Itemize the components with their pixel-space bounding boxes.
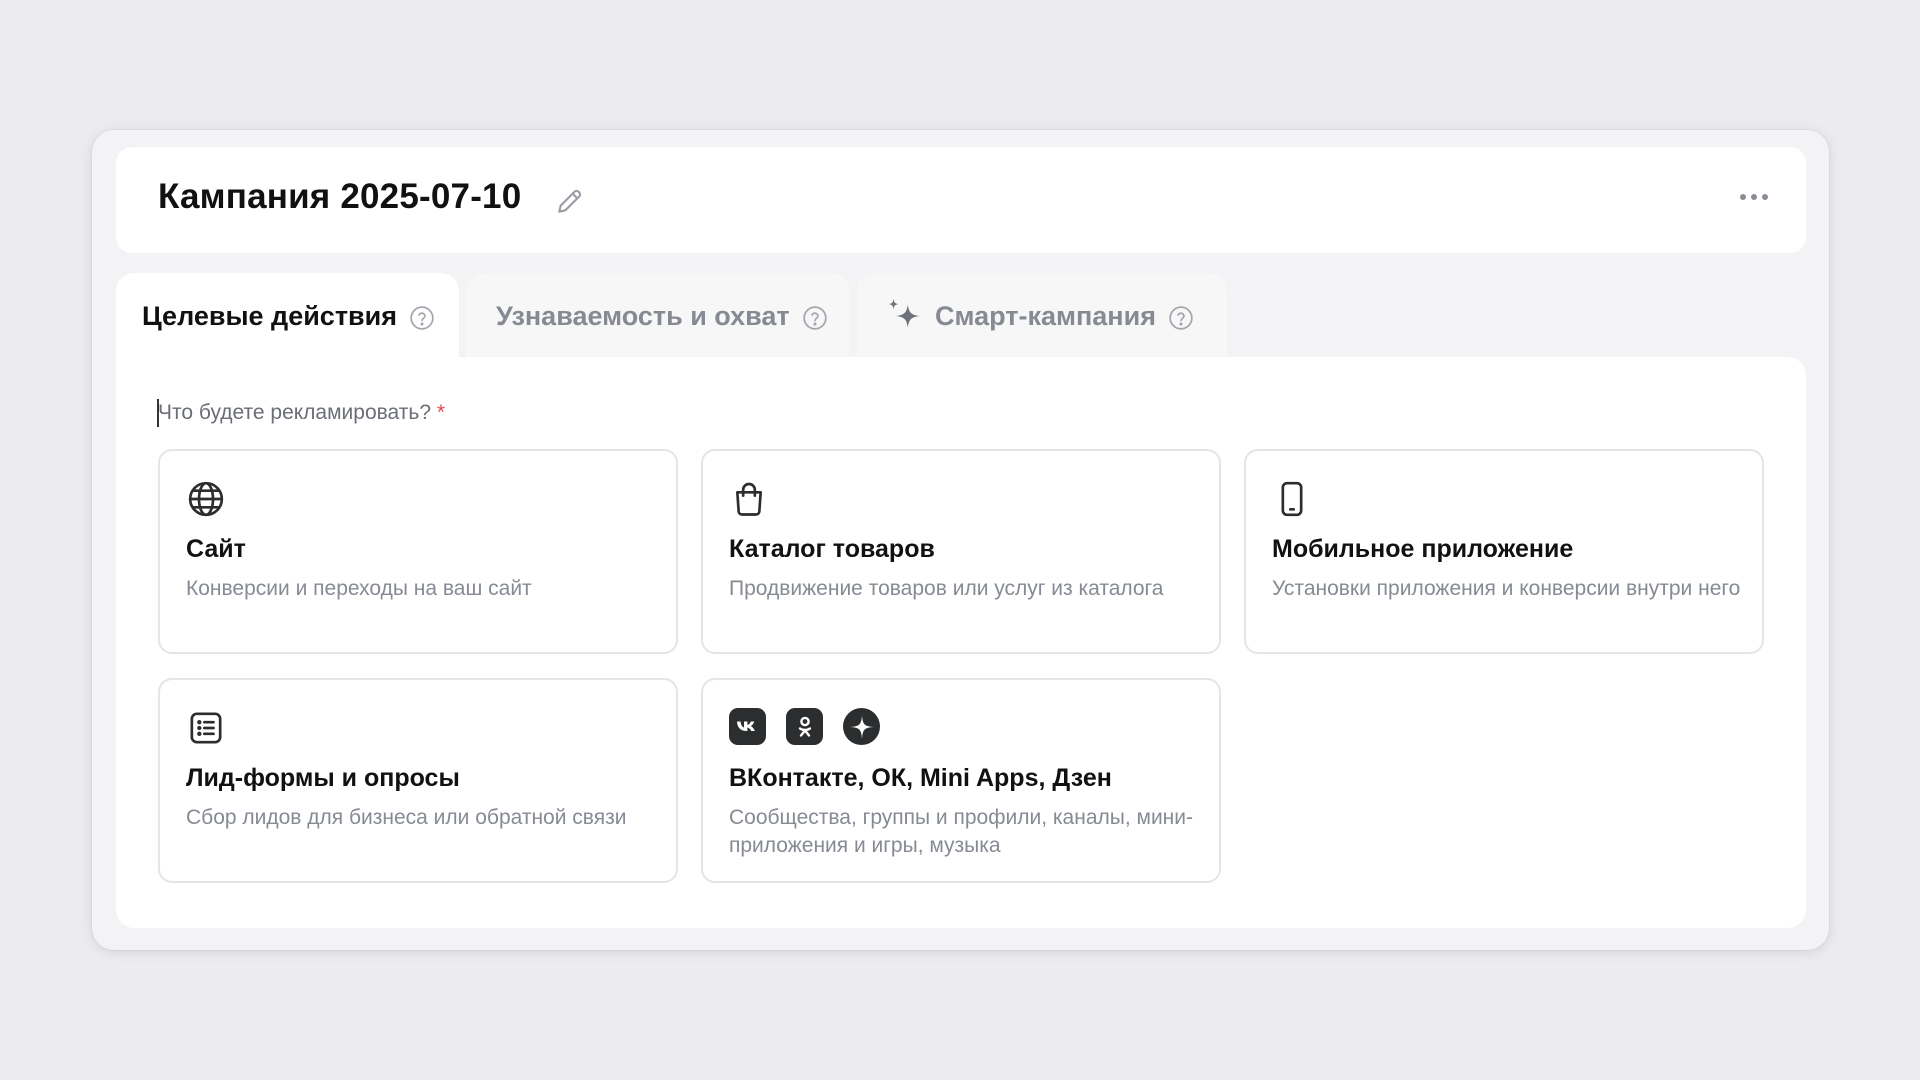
more-options-icon[interactable] — [1738, 187, 1770, 207]
dzen-icon — [843, 708, 880, 745]
pencil-icon[interactable] — [554, 185, 586, 217]
option-card-site[interactable]: Сайт Конверсии и переходы на ваш сайт — [158, 449, 678, 654]
tab-smart-campaign[interactable]: Смарт-кампания — [857, 273, 1227, 359]
smartphone-icon — [1281, 481, 1303, 517]
list-form-icon — [190, 712, 222, 744]
globe-icon — [188, 481, 224, 517]
tab-awareness-reach[interactable]: Узнаваемость и охват — [466, 273, 849, 359]
option-card-lead-forms[interactable]: Лид-формы и опросы Сбор лидов для бизнес… — [158, 678, 678, 883]
card-title: Лид-формы и опросы — [186, 764, 460, 792]
tab-label: Целевые действия — [142, 300, 397, 331]
card-title: ВКонтакте, ОК, Mini Apps, Дзен — [729, 764, 1112, 792]
tab-target-actions[interactable]: Целевые действия — [116, 273, 459, 359]
card-description: Конверсии и переходы на ваш сайт — [186, 577, 532, 600]
card-title: Каталог товаров — [729, 535, 935, 563]
card-description: Установки приложения и конверсии внутри … — [1272, 577, 1741, 600]
promotion-type-panel: Что будете рекламировать? * Сайт Конверс… — [116, 357, 1806, 928]
option-card-catalog[interactable]: Каталог товаров Продвижение товаров или … — [701, 449, 1221, 654]
sparkle-icon — [888, 298, 920, 328]
shopping-bag-icon — [736, 482, 762, 516]
tab-label: Смарт-кампания — [935, 300, 1156, 331]
campaign-window: Кампания 2025-07-10 Целевые действия Узн… — [92, 130, 1829, 950]
campaign-header: Кампания 2025-07-10 — [116, 147, 1806, 253]
card-title: Мобильное приложение — [1272, 535, 1574, 563]
social-icons-group — [729, 708, 880, 745]
tab-label: Узнаваемость и охват — [496, 300, 790, 331]
help-icon[interactable] — [1168, 305, 1194, 331]
promotion-question: Что будете рекламировать? * — [158, 401, 445, 425]
question-label: Что будете рекламировать? — [158, 401, 432, 424]
help-icon[interactable] — [409, 305, 435, 331]
required-mark: * — [436, 401, 446, 424]
card-title: Сайт — [186, 535, 246, 563]
card-description: Продвижение товаров или услуг из каталог… — [729, 577, 1164, 600]
card-description: Сообщества, группы и профили, каналы, ми… — [729, 806, 1193, 857]
card-description: Сбор лидов для бизнеса или обратной связ… — [186, 806, 627, 829]
campaign-title: Кампания 2025-07-10 — [158, 177, 522, 216]
help-icon[interactable] — [802, 305, 828, 331]
odnoklassniki-icon — [786, 708, 823, 745]
option-card-vk-ecosystem[interactable]: ВКонтакте, ОК, Mini Apps, Дзен Сообществ… — [701, 678, 1221, 883]
vk-icon — [729, 708, 766, 745]
option-card-mobile-app[interactable]: Мобильное приложение Установки приложени… — [1244, 449, 1764, 654]
